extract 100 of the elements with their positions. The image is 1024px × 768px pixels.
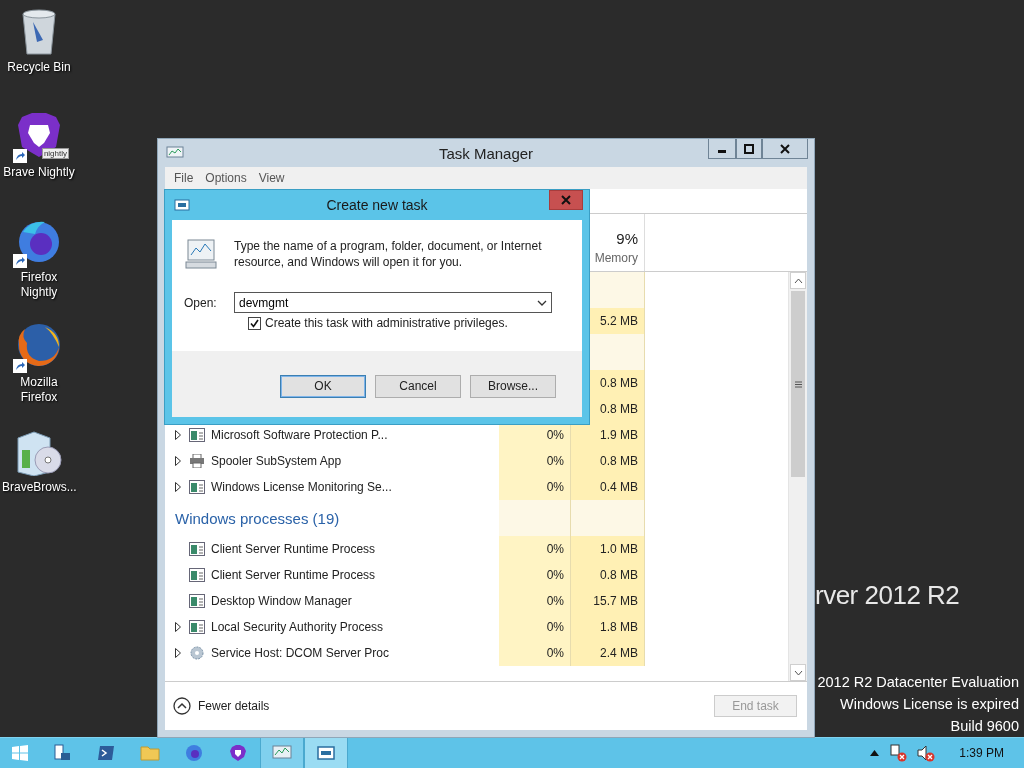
checkbox-label: Create this task with administrative privileges. [265, 316, 508, 330]
dropdown-caret-icon [537, 299, 547, 306]
speaker-muted-icon[interactable] [917, 744, 936, 762]
printer-icon [189, 454, 205, 468]
program-window-icon [189, 480, 205, 494]
taskbar-app-button[interactable] [304, 738, 348, 768]
cpu-cell: 0% [499, 588, 571, 614]
shortcut-arrow-icon [13, 149, 27, 163]
memory-cell: 0.8 MB [571, 448, 645, 474]
dialog-title: Create new task [326, 197, 428, 213]
menu-item[interactable]: File [169, 171, 199, 185]
column-header[interactable]: Memory [594, 251, 638, 265]
memory-percent: 9% [616, 230, 638, 247]
desktop-icon-label[interactable]: Brave Nightly [2, 165, 76, 180]
shortcut-arrow-icon [13, 359, 27, 373]
dialog-button[interactable]: Browse... [470, 374, 556, 398]
window-title: Task Manager [438, 145, 534, 162]
expand-arrow-icon[interactable] [175, 482, 181, 492]
network-error-icon[interactable] [889, 744, 908, 762]
process-name: Windows License Monitoring Se... [211, 480, 392, 494]
scroll-up-icon [793, 277, 803, 284]
close-icon [561, 195, 571, 205]
os-branding-title: rver 2012 R2 [815, 580, 960, 611]
maximize-icon [744, 143, 754, 154]
fewer-details-button[interactable]: Fewer details [173, 697, 270, 715]
globe-logo-icon [185, 744, 203, 762]
process-name: Spooler SubSystem App [211, 454, 342, 468]
close-button[interactable] [549, 190, 583, 210]
process-name: Client Server Runtime Process [211, 542, 376, 556]
window-icon [316, 744, 336, 762]
collapse-chevron-icon [173, 697, 191, 715]
scroll-thumb[interactable] [791, 291, 805, 477]
nightly-badge: nightly [41, 148, 69, 159]
program-window-icon [189, 594, 205, 608]
monitor-chart-icon [184, 238, 218, 270]
server-manager-icon [53, 744, 71, 762]
maximize-button[interactable] [736, 139, 762, 159]
gear-icon [189, 646, 205, 660]
desktop-icon-label[interactable]: Recycle Bin [2, 60, 76, 75]
checkmark-icon [250, 318, 259, 328]
desktop-icon-label[interactable]: Mozilla Firefox [2, 375, 76, 405]
window-icon [174, 199, 190, 211]
process-name: Client Server Runtime Process [211, 568, 376, 582]
program-window-icon [189, 620, 205, 634]
lion-logo-icon [229, 744, 247, 762]
cpu-cell [499, 500, 571, 536]
expand-arrow-icon[interactable] [175, 648, 181, 658]
memory-cell: 0.8 MB [571, 562, 645, 588]
process-name: Microsoft Software Protection P... [211, 428, 388, 442]
clock[interactable]: 1:39 PM [959, 746, 1004, 760]
cpu-cell: 0% [499, 448, 571, 474]
recycle-bin-icon [19, 8, 59, 56]
group-header: Windows processes (19) [174, 509, 340, 527]
cpu-cell: 0% [499, 640, 571, 666]
minimize-icon [718, 150, 726, 153]
open-combo-field[interactable]: devmgmt [234, 292, 552, 313]
installer-box-disc-icon [14, 428, 64, 476]
monitor-chart-icon [272, 744, 292, 762]
cpu-cell: 0% [499, 536, 571, 562]
dialog-button[interactable]: Cancel [375, 374, 461, 398]
menu-item[interactable]: View [253, 171, 290, 185]
cpu-cell: 0% [499, 614, 571, 640]
desktop-icon-label[interactable]: Firefox Nightly [2, 270, 76, 300]
program-window-icon [189, 428, 205, 442]
terminal-icon [97, 744, 115, 762]
dialog-button[interactable]: OK [280, 374, 366, 398]
memory-cell: 2.4 MB [571, 640, 645, 666]
expand-arrow-icon[interactable] [175, 622, 181, 632]
desktop-icon-label[interactable]: BraveBrows... [2, 480, 76, 495]
program-window-icon [189, 568, 205, 582]
expand-arrow-icon[interactable] [175, 456, 181, 466]
admin-checkbox[interactable] [248, 316, 261, 330]
os-info-line: 2012 R2 Datacenter Evaluation [817, 673, 1019, 692]
show-hidden-icons-caret-icon[interactable] [870, 750, 880, 756]
grip-icon [794, 380, 802, 388]
cpu-cell: 0% [499, 562, 571, 588]
os-info-line: Windows License is expired [840, 695, 1019, 714]
memory-cell: 15.7 MB [571, 588, 645, 614]
scrollbar[interactable] [788, 272, 807, 681]
dialog-message: Type the name of a program, folder, document, or Internet resource, and Windows will open it for you. [234, 238, 543, 270]
process-name: Local Security Authority Process [211, 620, 384, 634]
minimize-button[interactable] [708, 139, 736, 159]
expand-arrow-icon[interactable] [175, 430, 181, 440]
shortcut-arrow-icon [13, 254, 27, 268]
monitor-chart-icon [166, 145, 184, 161]
menu-item[interactable]: Options [200, 171, 252, 185]
windows-logo-icon [12, 745, 28, 761]
close-button[interactable] [762, 139, 808, 159]
memory-cell: 1.0 MB [571, 536, 645, 562]
cpu-cell: 0% [499, 474, 571, 500]
program-window-icon [189, 542, 205, 556]
memory-cell: 1.9 MB [571, 422, 645, 448]
close-icon [780, 143, 790, 154]
os-info-line: Build 9600 [950, 717, 1019, 736]
folder-icon [140, 744, 160, 762]
open-label: Open: [184, 295, 218, 310]
memory-cell: 0.4 MB [571, 474, 645, 500]
fox-globe-logo-icon [15, 321, 63, 369]
process-name: Desktop Window Manager [211, 594, 352, 608]
process-name: Service Host: DCOM Server Proc [211, 646, 390, 660]
